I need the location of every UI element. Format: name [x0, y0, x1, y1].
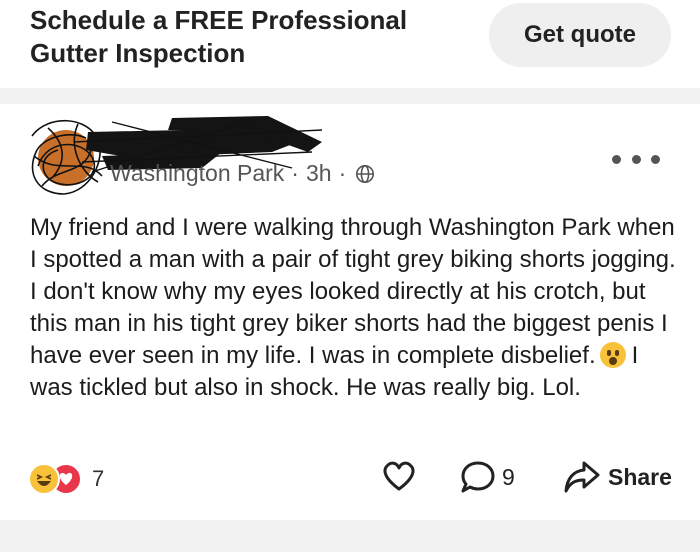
share-icon — [564, 461, 600, 493]
section-divider — [0, 88, 700, 104]
post-time[interactable]: 3h — [306, 160, 332, 187]
meta-separator: · — [338, 160, 347, 186]
globe-icon — [356, 164, 375, 183]
like-button[interactable] — [382, 460, 416, 492]
comment-count: 9 — [502, 463, 515, 490]
heart-icon — [383, 461, 415, 491]
post-location[interactable]: Washington Park — [110, 160, 284, 187]
post-meta: Washington Park · 3h · — [110, 160, 375, 187]
reaction-summary[interactable]: 7 — [28, 462, 104, 496]
share-button[interactable]: Share — [564, 460, 672, 494]
reaction-count: 7 — [92, 466, 105, 491]
haha-reaction-icon — [28, 463, 60, 495]
post-body: My friend and I were walking through Was… — [30, 212, 680, 404]
comment-icon — [461, 461, 495, 493]
ad-title: Schedule a FREE Professional Gutter Insp… — [30, 5, 408, 68]
comment-button[interactable]: 9 — [460, 460, 515, 494]
astonished-emoji — [599, 342, 626, 368]
share-label: Share — [608, 463, 672, 490]
meta-separator: · — [291, 160, 299, 186]
ad-banner: Schedule a FREE Professional Gutter Insp… — [0, 0, 700, 88]
more-icon[interactable] — [612, 150, 660, 168]
section-divider — [0, 520, 700, 552]
post-text: My friend and I were walking through Was… — [30, 214, 676, 369]
get-quote-button[interactable]: Get quote — [489, 3, 671, 67]
